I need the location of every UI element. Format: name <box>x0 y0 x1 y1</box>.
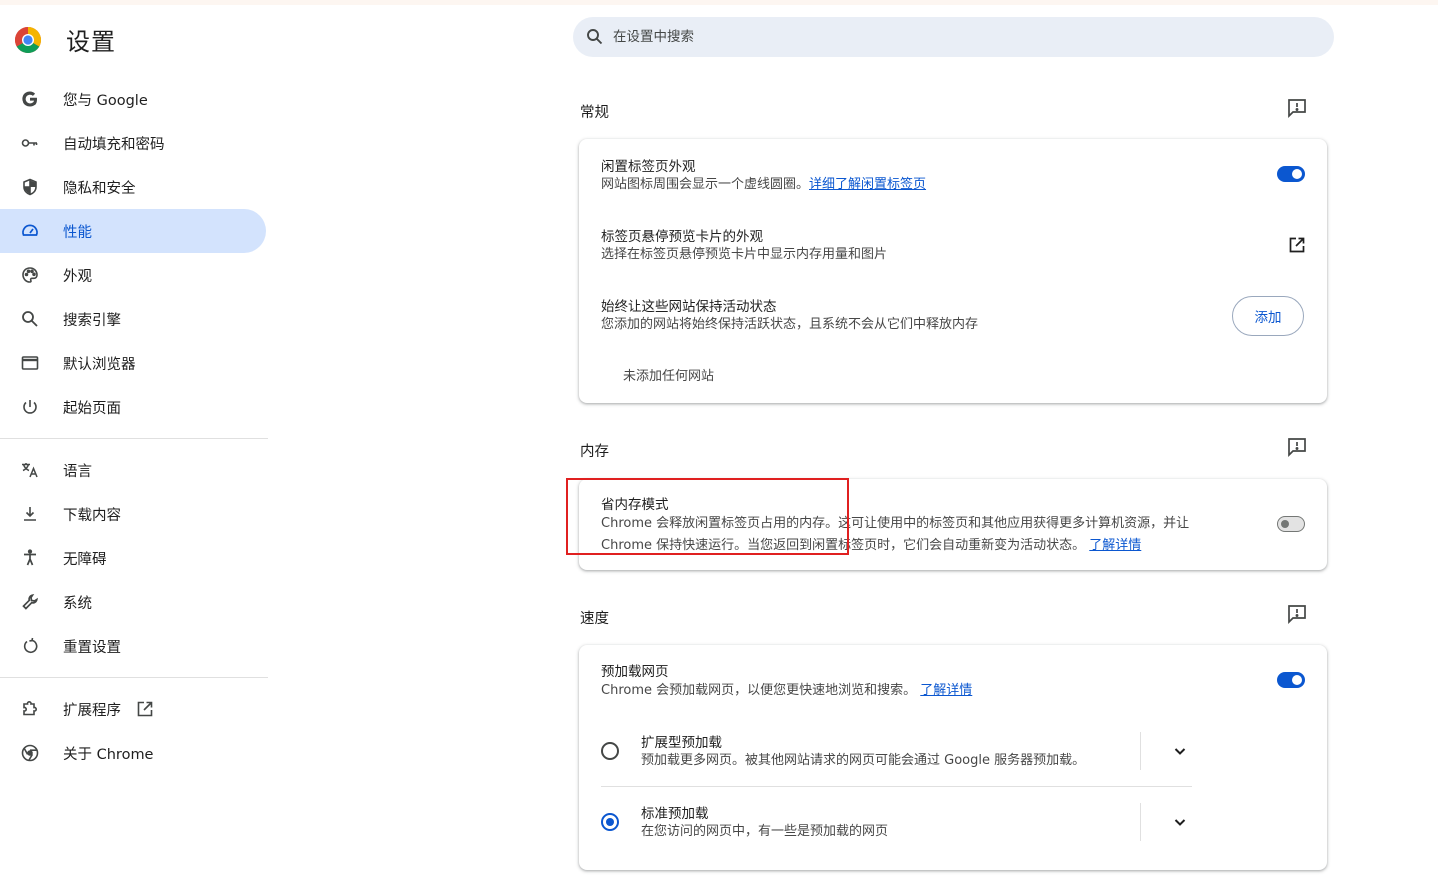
google-icon <box>20 89 40 109</box>
option-divider <box>601 786 1192 787</box>
inactive-tabs-title: 闲置标签页外观 <box>601 159 696 175</box>
sidebar-item-label: 自动填充和密码 <box>63 136 165 153</box>
sidebar-item-label: 关于 Chrome <box>63 746 154 763</box>
hover-card-title: 标签页悬停预览卡片的外观 <box>601 229 763 245</box>
sidebar-item-downloads[interactable]: 下载内容 <box>0 492 268 536</box>
sidebar-item-label: 搜索引擎 <box>63 312 121 329</box>
accessibility-icon <box>20 548 40 568</box>
memory-saver-learn-more-link[interactable]: 了解详情 <box>1089 538 1141 553</box>
extended-preload-radio[interactable] <box>601 742 619 760</box>
top-strip <box>0 0 1438 5</box>
reset-icon <box>20 636 40 656</box>
keep-active-title: 始终让这些网站保持活动状态 <box>601 299 777 315</box>
chevron-down-icon[interactable] <box>1170 812 1190 832</box>
sidebar-item-label: 无障碍 <box>63 551 107 568</box>
row-separator <box>1140 732 1141 770</box>
inactive-tabs-learn-more-link[interactable]: 详细了解闲置标签页 <box>809 177 926 192</box>
open-in-new-icon <box>137 701 153 717</box>
palette-icon <box>20 265 40 285</box>
sidebar-item-reset[interactable]: 重置设置 <box>0 624 268 668</box>
search-icon <box>20 309 40 329</box>
wrench-icon <box>20 592 40 612</box>
hover-card-desc: 选择在标签页悬停预览卡片中显示内存用量和图片 <box>601 247 888 262</box>
sidebar-item-search-engine[interactable]: 搜索引擎 <box>0 297 268 341</box>
sidebar-item-label: 外观 <box>63 268 92 285</box>
sidebar-item-label: 下载内容 <box>63 507 121 524</box>
translate-icon <box>20 460 40 480</box>
sidebar-item-privacy[interactable]: 隐私和安全 <box>0 165 268 209</box>
section-title-memory: 内存 <box>580 444 609 460</box>
search-bar[interactable] <box>573 17 1334 57</box>
sidebar-nav: 您与 Google 自动填充和密码 隐私和安全 性能 外观 搜索引擎 默认浏览器… <box>0 77 268 775</box>
shield-icon <box>20 177 40 197</box>
key-icon <box>20 133 40 153</box>
sidebar-item-you-and-google[interactable]: 您与 Google <box>0 77 268 121</box>
row-separator <box>1140 803 1141 841</box>
sidebar-item-accessibility[interactable]: 无障碍 <box>0 536 268 580</box>
sidebar-item-languages[interactable]: 语言 <box>0 448 268 492</box>
sidebar-divider <box>0 438 268 439</box>
general-card: 闲置标签页外观 网站图标周围会显示一个虚线圆圈。详细了解闲置标签页 标签页悬停预… <box>579 139 1327 403</box>
search-input[interactable] <box>611 28 1295 46</box>
sidebar-item-label: 重置设置 <box>63 639 121 656</box>
section-title-general: 常规 <box>580 105 609 121</box>
sidebar-item-label: 起始页面 <box>63 400 121 417</box>
sidebar-item-system[interactable]: 系统 <box>0 580 268 624</box>
sidebar-item-startup[interactable]: 起始页面 <box>0 385 268 429</box>
preload-toggle[interactable] <box>1277 672 1305 688</box>
keep-active-desc: 您添加的网站将始终保持活跃状态，且系统不会从它们中释放内存 <box>601 317 979 332</box>
power-icon <box>20 397 40 417</box>
sidebar-item-extensions[interactable]: 扩展程序 <box>0 687 268 731</box>
sidebar-item-label: 隐私和安全 <box>63 180 136 197</box>
open-subpage-icon[interactable] <box>1287 235 1307 255</box>
app-header: 设置 <box>14 22 116 57</box>
preload-title: 预加载网页 <box>601 664 669 680</box>
chrome-icon <box>20 743 40 763</box>
feedback-icon[interactable] <box>1285 435 1309 459</box>
standard-preload-radio[interactable] <box>601 813 619 831</box>
sidebar-item-label: 性能 <box>63 224 92 241</box>
extended-preload-desc: 预加载更多网页。被其他网站请求的网页可能会通过 Google 服务器预加载。 <box>641 753 1086 768</box>
inactive-tabs-toggle[interactable] <box>1277 166 1305 182</box>
page-title: 设置 <box>66 28 116 56</box>
inactive-tabs-desc: 网站图标周围会显示一个虚线圆圈。详细了解闲置标签页 <box>601 174 926 196</box>
preload-desc: Chrome 会预加载网页，以便您更快速地浏览和搜索。 了解详情 <box>601 680 972 702</box>
browser-window-icon <box>20 353 40 373</box>
sidebar-item-label: 系统 <box>63 595 92 612</box>
standard-preload-title: 标准预加载 <box>641 806 709 822</box>
preload-desc-text: Chrome 会预加载网页，以便您更快速地浏览和搜索。 <box>601 683 917 698</box>
sidebar-item-label: 您与 Google <box>63 92 148 109</box>
chevron-down-icon[interactable] <box>1170 741 1190 761</box>
inactive-tabs-desc-text: 网站图标周围会显示一个虚线圆圈。 <box>601 177 810 192</box>
standard-preload-desc: 在您访问的网页中，有一些是预加载的网页 <box>641 824 889 839</box>
feedback-icon[interactable] <box>1285 602 1309 626</box>
puzzle-icon <box>20 699 40 719</box>
sidebar-item-label: 扩展程序 <box>63 702 121 719</box>
sidebar-item-label: 语言 <box>63 463 92 480</box>
sidebar-item-performance[interactable]: 性能 <box>0 209 266 253</box>
download-icon <box>20 504 40 524</box>
memory-saver-toggle[interactable] <box>1277 516 1305 532</box>
sidebar-item-autofill[interactable]: 自动填充和密码 <box>0 121 268 165</box>
sidebar-item-default-browser[interactable]: 默认浏览器 <box>0 341 268 385</box>
chrome-logo-icon <box>14 26 42 53</box>
preload-learn-more-link[interactable]: 了解详情 <box>920 683 972 698</box>
speed-card: 预加载网页 Chrome 会预加载网页，以便您更快速地浏览和搜索。 了解详情 扩… <box>579 645 1327 870</box>
speedometer-icon <box>20 221 40 241</box>
feedback-icon[interactable] <box>1285 96 1309 120</box>
extended-preload-title: 扩展型预加载 <box>641 735 722 751</box>
add-site-button[interactable]: 添加 <box>1232 296 1304 336</box>
sidebar-item-appearance[interactable]: 外观 <box>0 253 268 297</box>
sidebar-item-about-chrome[interactable]: 关于 Chrome <box>0 731 268 775</box>
sidebar-divider <box>0 677 268 678</box>
search-icon <box>587 29 603 45</box>
no-sites-text: 未添加任何网站 <box>623 369 715 384</box>
sidebar-item-label: 默认浏览器 <box>63 356 136 373</box>
section-title-speed: 速度 <box>580 611 609 627</box>
annotation-highlight-box <box>566 478 849 555</box>
